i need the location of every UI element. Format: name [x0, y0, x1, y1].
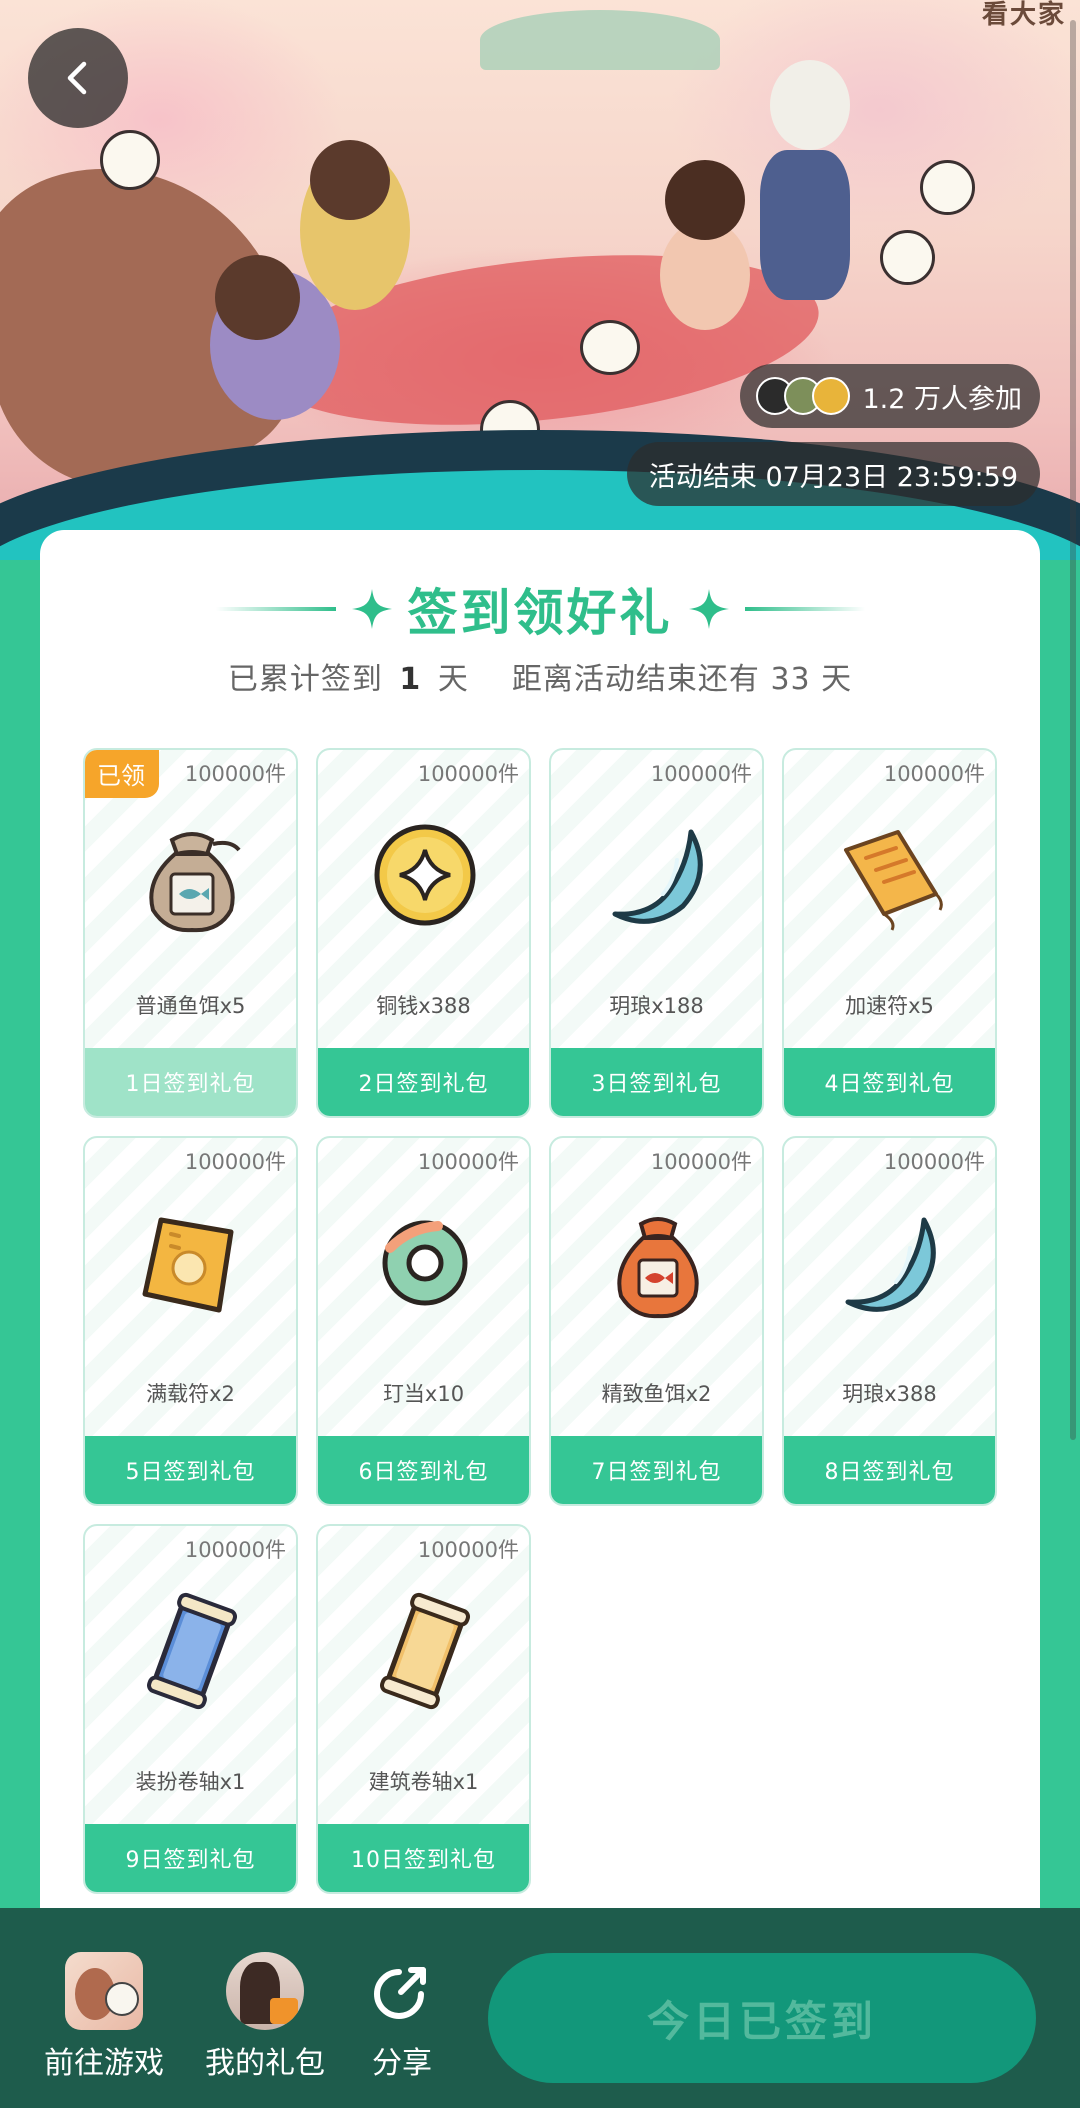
reward-card[interactable]: 100000件 装扮卷轴x1 9日签到礼包	[83, 1524, 298, 1894]
reward-stock: 100000件	[184, 1538, 286, 1562]
reward-name: 建筑卷轴x1	[368, 1770, 479, 1794]
reward-stock: 100000件	[184, 762, 286, 786]
reward-stock: 100000件	[650, 1150, 752, 1174]
chevron-left-icon	[67, 61, 87, 95]
event-end-time: 活动结束 07月23日 23:59:59	[648, 461, 1018, 493]
card-title-row: 签到领好礼	[40, 574, 1040, 644]
banner-bun-creature	[920, 160, 975, 215]
reward-card[interactable]: 100000件 铜钱x388 2日签到礼包	[316, 748, 531, 1118]
reward-claim-button[interactable]: 9日签到礼包	[85, 1824, 296, 1892]
sparkle-icon	[688, 589, 729, 629]
speed-talisman-icon	[821, 805, 961, 945]
reward-stock: 100000件	[417, 762, 519, 786]
reward-stock: 100000件	[883, 762, 985, 786]
reward-name: 普通鱼饵x5	[135, 994, 246, 1018]
participants-badge: 1.2 万人参加	[740, 364, 1040, 428]
reward-claim-button[interactable]: 8日签到礼包	[784, 1436, 995, 1504]
outfit-scroll-icon	[122, 1581, 262, 1721]
scrollbar[interactable]	[1070, 20, 1076, 1440]
share-label: 分享	[372, 2046, 432, 2081]
reward-stock: 100000件	[417, 1150, 519, 1174]
ring-icon	[355, 1193, 495, 1333]
banner-character-head	[310, 140, 390, 220]
title-divider-left	[215, 607, 336, 611]
reward-card[interactable]: 100000件 玥琅x188 3日签到礼包	[549, 748, 764, 1118]
avatar	[226, 1952, 304, 2030]
reward-name: 装扮卷轴x1	[135, 1770, 246, 1794]
reward-card[interactable]: 已领 100000件 普通鱼饵x5 1日签到礼包	[83, 748, 298, 1118]
reward-name: 加速符x5	[845, 994, 934, 1018]
bottom-action-bar: 前往游戏 我的礼包 分享 今日已签到	[0, 1908, 1080, 2108]
checkin-summary: 已累计签到 1 天 距离活动结束还有 33 天	[40, 654, 1040, 698]
fine-bait-bag-icon	[588, 1193, 728, 1333]
participant-avatars	[756, 377, 851, 415]
share-icon	[363, 1952, 441, 2030]
checkin-button[interactable]: 今日已签到	[488, 1953, 1036, 2083]
event-end-badge: 活动结束 07月23日 23:59:59	[626, 442, 1040, 506]
banner-bun-creature	[100, 130, 160, 190]
crescent-moon-icon	[821, 1193, 961, 1333]
participants-count: 1.2 万人参加	[862, 383, 1022, 415]
share-button[interactable]: 分享	[363, 1952, 441, 2082]
coin-icon	[355, 805, 495, 945]
reward-card[interactable]: 100000件 精致鱼饵x2 7日签到礼包	[549, 1136, 764, 1506]
crescent-moon-icon	[588, 805, 728, 945]
reward-claim-button[interactable]: 5日签到礼包	[85, 1436, 296, 1504]
reward-name: 玥琅x388	[842, 1382, 937, 1406]
banner-bun-creature	[880, 230, 935, 285]
title-divider-right	[744, 607, 865, 611]
reward-name: 玥琅x188	[609, 994, 704, 1018]
reward-name: 满载符x2	[146, 1382, 235, 1406]
summary-day-unit: 天	[437, 662, 469, 697]
reward-claim-button[interactable]: 10日签到礼包	[318, 1824, 529, 1892]
sparkle-icon	[351, 589, 392, 629]
banner-pavilion	[480, 10, 720, 70]
my-gifts-button[interactable]: 我的礼包	[205, 1952, 325, 2082]
banner-bun-creature	[580, 320, 640, 375]
reward-card[interactable]: 100000件 玎当x10 6日签到礼包	[316, 1136, 531, 1506]
reward-stock: 100000件	[184, 1150, 286, 1174]
banner-character	[760, 150, 850, 300]
reward-name: 精致鱼饵x2	[601, 1382, 712, 1406]
game-app-icon	[65, 1952, 143, 2030]
reward-name: 玎当x10	[382, 1382, 465, 1406]
reward-stock: 100000件	[883, 1150, 985, 1174]
goto-game-label: 前往游戏	[44, 2046, 164, 2081]
goto-game-button[interactable]: 前往游戏	[44, 1952, 164, 2082]
reward-card[interactable]: 100000件 玥琅x388 8日签到礼包	[782, 1136, 997, 1506]
avatar	[812, 377, 851, 415]
reward-stock: 100000件	[417, 1538, 519, 1562]
reward-claim-button[interactable]: 3日签到礼包	[551, 1048, 762, 1116]
checked-days-count: 1	[399, 662, 422, 697]
building-scroll-icon	[355, 1581, 495, 1721]
brand-watermark: 看大家	[981, 0, 1066, 30]
reward-claim-button[interactable]: 6日签到礼包	[318, 1436, 529, 1504]
reward-card[interactable]: 100000件 加速符x5 4日签到礼包	[782, 748, 997, 1118]
reward-claim-button[interactable]: 2日签到礼包	[318, 1048, 529, 1116]
back-button[interactable]	[28, 28, 128, 128]
banner-character-head	[665, 160, 745, 240]
reward-card[interactable]: 100000件 建筑卷轴x1 10日签到礼包	[316, 1524, 531, 1894]
banner-character-head	[770, 60, 850, 150]
reward-claim-button[interactable]: 4日签到礼包	[784, 1048, 995, 1116]
full-load-talisman-icon	[122, 1193, 262, 1333]
card-title: 签到领好礼	[407, 584, 673, 642]
my-gifts-label: 我的礼包	[205, 2046, 325, 2081]
reward-card[interactable]: 100000件 满载符x2 5日签到礼包	[83, 1136, 298, 1506]
reward-claim-button[interactable]: 7日签到礼包	[551, 1436, 762, 1504]
summary-prefix: 已累计签到	[227, 662, 383, 697]
banner-character-head	[215, 255, 300, 340]
summary-remaining: 距离活动结束还有 33 天	[511, 662, 853, 697]
checkin-card: 签到领好礼 已累计签到 1 天 距离活动结束还有 33 天 已领 100000件	[40, 530, 1040, 1930]
reward-stock: 100000件	[650, 762, 752, 786]
reward-claim-button[interactable]: 1日签到礼包	[85, 1048, 296, 1116]
reward-name: 铜钱x388	[376, 994, 471, 1018]
event-banner: 看大家 1.2 万人参加 活动结束 07月23日 23:59:59	[0, 0, 1080, 560]
fish-bait-bag-icon	[122, 805, 262, 945]
claimed-badge: 已领	[85, 750, 159, 798]
